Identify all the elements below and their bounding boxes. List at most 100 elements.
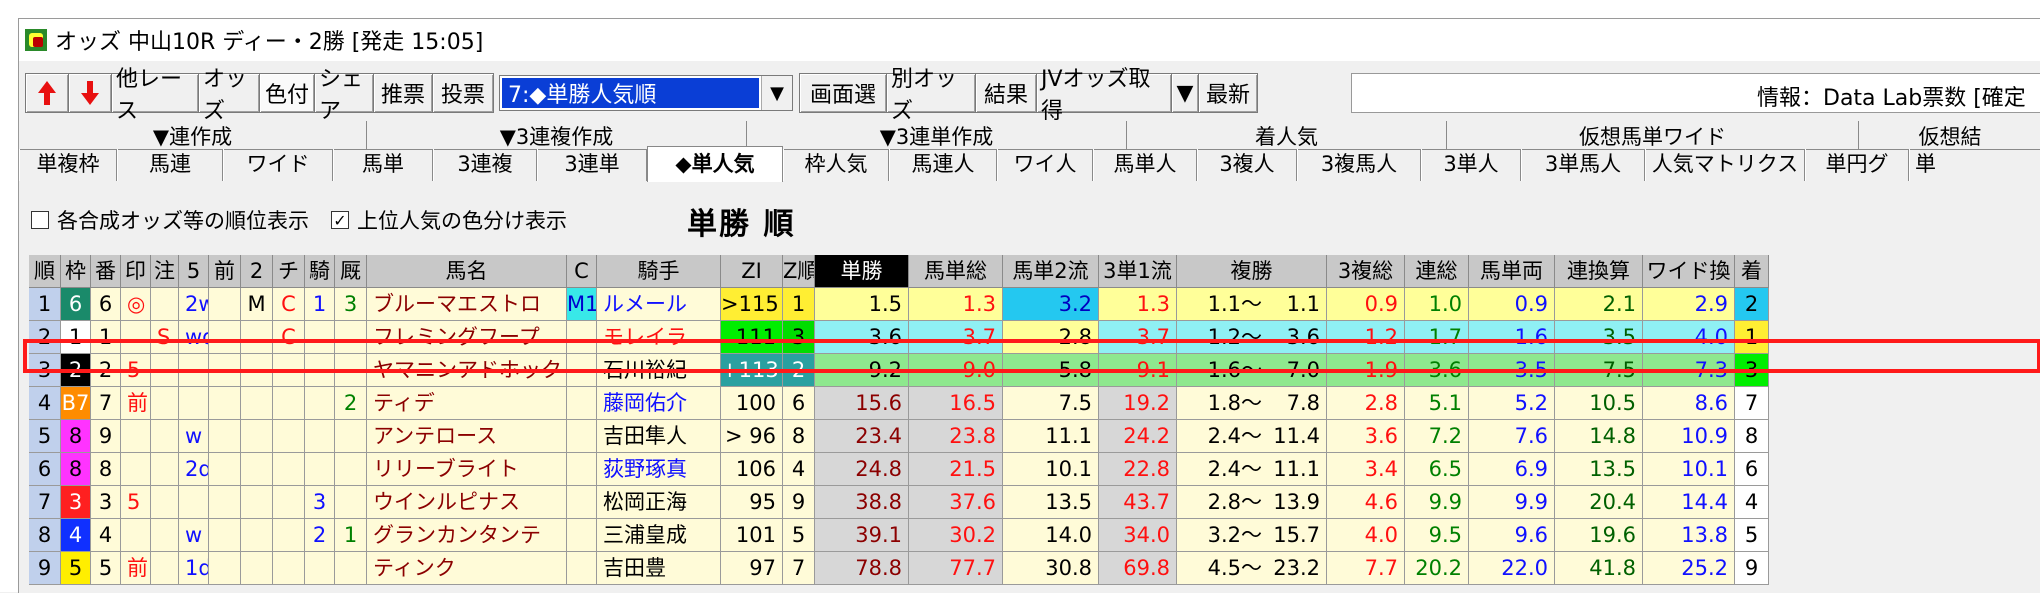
fuku-high: 3.6 bbox=[1286, 325, 1320, 349]
other-race-button[interactable]: 他レース bbox=[111, 67, 199, 124]
cell-c bbox=[567, 552, 597, 585]
odds-button[interactable]: オッズ bbox=[198, 67, 260, 124]
table-row[interactable]: 211SwdCフレミングフープモレイラ11133.63.72.83.71.2～3… bbox=[29, 321, 2040, 354]
tab-3rentan-create[interactable]: ▼3連単作成 bbox=[747, 121, 1127, 149]
cell-fuku: 1.6～ 7.0 bbox=[1177, 354, 1327, 387]
col-header-umatan2[interactable]: 馬単2流 bbox=[1003, 255, 1099, 288]
table-row[interactable]: 955前1dティンク吉田豊97778.877.730.869.84.5～23.2… bbox=[29, 552, 2040, 585]
tab-ren-create[interactable]: ▼連作成 bbox=[19, 121, 367, 149]
tab-waku-ninki[interactable]: 枠人気 bbox=[783, 149, 889, 181]
color-split-checkbox[interactable]: ✓ bbox=[331, 211, 349, 230]
col-header-rank[interactable]: 順 bbox=[29, 255, 61, 288]
col-header-kyu[interactable]: 厩 bbox=[335, 255, 367, 288]
col-header-ki[interactable]: 騎 bbox=[305, 255, 335, 288]
cell-ren: 9.9 bbox=[1405, 486, 1469, 519]
col-header-san1[interactable]: 3単1流 bbox=[1099, 255, 1177, 288]
cell-umaryo: 9.6 bbox=[1469, 519, 1555, 552]
table-row[interactable]: 6882dリリーブライト荻野琢真106424.821.510.122.82.4～… bbox=[29, 453, 2040, 486]
col-header-g2[interactable]: 2 bbox=[241, 255, 273, 288]
col-header-umatan[interactable]: 馬単総 bbox=[909, 255, 1003, 288]
col-header-sanpuku[interactable]: 3複総 bbox=[1327, 255, 1405, 288]
result-button[interactable]: 結果 bbox=[975, 73, 1037, 113]
col-header-jockey[interactable]: 騎手 bbox=[597, 255, 721, 288]
tab-chaku-ninki[interactable]: 着人気 bbox=[1127, 121, 1447, 149]
table-row[interactable]: 8 4 4 w 2 1 グランカンタンテ 三浦皇成 101 5 39.1 30.2 14.0 34.0 3.… bbox=[29, 519, 2040, 552]
col-header-wide[interactable]: ワイド換 bbox=[1643, 255, 1735, 288]
col-header-fuku[interactable]: 複勝 bbox=[1177, 255, 1327, 288]
tab-3puku-nin[interactable]: 3複人 bbox=[1197, 149, 1297, 181]
other-odds-button[interactable]: 別オッズ bbox=[886, 67, 976, 124]
tab-virtual-more[interactable]: 仮想結 bbox=[1859, 121, 2040, 149]
col-header-chaku[interactable]: 着 bbox=[1735, 255, 1769, 288]
cell-ki bbox=[305, 453, 335, 486]
table-row[interactable]: 7 3 3 5 3 ウインルピナス 松岡正海 95 9 38.8 37.6 13.5 43.7 2.8～ 1… bbox=[29, 486, 2040, 519]
col-header-zr[interactable]: Z順 bbox=[783, 255, 815, 288]
col-header-ren[interactable]: 連総 bbox=[1405, 255, 1469, 288]
tab-virtual-umatan-wide[interactable]: 仮想馬単ワイド bbox=[1447, 121, 1859, 149]
rank-display-checkbox[interactable] bbox=[31, 211, 49, 229]
col-header-waku[interactable]: 枠 bbox=[61, 255, 91, 288]
cell-wide: 14.4 bbox=[1643, 486, 1735, 519]
tab-wide-nin[interactable]: ワイ人 bbox=[997, 149, 1093, 181]
col-header-renkan[interactable]: 連換算 bbox=[1555, 255, 1643, 288]
table-row[interactable]: 166◎2wMC13ブルーマエストロM1ルメール>11511.51.33.21.… bbox=[29, 288, 2040, 321]
share-button[interactable]: シェア bbox=[314, 67, 374, 124]
cell-c bbox=[567, 420, 597, 453]
cell-mark: 5 bbox=[121, 486, 151, 519]
sort-title: 単勝 順 bbox=[687, 207, 796, 242]
jv-dropdown-icon[interactable]: ▼ bbox=[1171, 73, 1199, 113]
cell-g5: wd bbox=[179, 321, 209, 354]
cell-renkan: 10.5 bbox=[1555, 387, 1643, 420]
tab-tan-ninki[interactable]: ◆単人気 bbox=[647, 146, 783, 182]
cell-jockey: 松岡正海 bbox=[597, 486, 721, 519]
tab-tan-en-graph[interactable]: 単円グ bbox=[1805, 149, 1909, 181]
tab-umaren[interactable]: 馬連 bbox=[117, 149, 223, 181]
table-row[interactable]: 4 B7 7 前 2 ティデ 藤岡佑介 100 6 15.6 16.5 7.5 19.2 1.8～ 7.8 2… bbox=[29, 387, 2040, 420]
cell-tan: 24.8 bbox=[815, 453, 909, 486]
cell-umatan2: 14.0 bbox=[1003, 519, 1099, 552]
tab-wide[interactable]: ワイド bbox=[223, 149, 333, 181]
jv-odds-button[interactable]: JVオッズ取得 bbox=[1036, 67, 1172, 124]
col-header-chu[interactable]: 注 bbox=[151, 255, 179, 288]
tab-tanfukuwaku[interactable]: 単複枠 bbox=[19, 149, 117, 181]
color-button[interactable]: 色付 bbox=[259, 73, 315, 113]
col-header-mark[interactable]: 印 bbox=[121, 255, 151, 288]
tab-3tan-uma-nin[interactable]: 3単馬人 bbox=[1521, 149, 1645, 181]
cell-umatan2: 3.2 bbox=[1003, 288, 1099, 321]
col-header-tan[interactable]: 単勝 bbox=[815, 255, 909, 288]
cell-chaku: 8 bbox=[1735, 420, 1769, 453]
col-header-chi[interactable]: チ bbox=[273, 255, 305, 288]
arrow-up-button[interactable] bbox=[25, 73, 69, 113]
sort-dropdown[interactable]: 7:◆単勝人気順 ▼ bbox=[499, 75, 793, 111]
cell-ki bbox=[305, 387, 335, 420]
cell-zi: 111 bbox=[721, 321, 783, 354]
arrow-down-button[interactable] bbox=[68, 73, 112, 113]
screen-select-button[interactable]: 画面選 bbox=[799, 73, 887, 113]
col-header-zi[interactable]: ZI bbox=[721, 255, 783, 288]
tab-umatan[interactable]: 馬単 bbox=[333, 149, 433, 181]
tab-3rentan[interactable]: 3連単 bbox=[537, 149, 647, 181]
tab-ninki-matrix[interactable]: 人気マトリクス bbox=[1645, 149, 1805, 181]
tab-umaren-nin[interactable]: 馬連人 bbox=[889, 149, 997, 181]
vote-button[interactable]: 投票 bbox=[432, 73, 494, 113]
col-header-umaryo[interactable]: 馬単両 bbox=[1469, 255, 1555, 288]
col-header-name[interactable]: 馬名 bbox=[367, 255, 567, 288]
chevron-down-icon[interactable]: ▼ bbox=[761, 76, 792, 110]
tab-3renpuku[interactable]: 3連複 bbox=[433, 149, 537, 181]
tab-3renpuku-create[interactable]: ▼3連複作成 bbox=[367, 121, 747, 149]
tab-3puku-uma-nin[interactable]: 3複馬人 bbox=[1297, 149, 1421, 181]
tab-more[interactable]: 単 bbox=[1909, 149, 1941, 181]
suihyo-button[interactable]: 推票 bbox=[373, 73, 433, 113]
table-row[interactable]: 5 8 9 w アンテロース 吉田隼人 > 96 8 23.4 23.8 11.1 24.2 2.4～ 1… bbox=[29, 420, 2040, 453]
cell-g2 bbox=[241, 420, 273, 453]
col-header-g5[interactable]: 5 bbox=[179, 255, 209, 288]
table-row[interactable]: 3 2 2 5 ヤマニンアドホック 石川裕紀 +113 2 9.2 9.0 5.8 9.1 1.6～ 7.… bbox=[29, 354, 2040, 387]
latest-button[interactable]: 最新 bbox=[1198, 73, 1258, 113]
cell-kyu: 3 bbox=[335, 288, 367, 321]
col-header-ban[interactable]: 番 bbox=[91, 255, 121, 288]
cell-chaku: 9 bbox=[1735, 552, 1769, 585]
col-header-c[interactable]: C bbox=[567, 255, 597, 288]
tab-3tan-nin[interactable]: 3単人 bbox=[1421, 149, 1521, 181]
col-header-mae[interactable]: 前 bbox=[209, 255, 241, 288]
tab-umatan-nin[interactable]: 馬単人 bbox=[1093, 149, 1197, 181]
